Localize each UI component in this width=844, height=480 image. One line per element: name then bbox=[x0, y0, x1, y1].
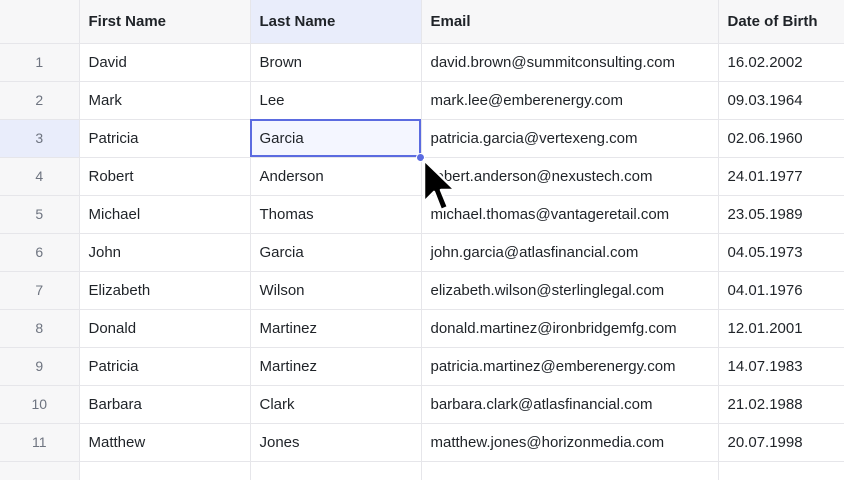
cell-last-name[interactable]: Wilson bbox=[250, 271, 422, 310]
table-row: 11 Matthew Jones matthew.jones@horizonme… bbox=[0, 423, 844, 462]
cell-email[interactable]: robert.anderson@nexustech.com bbox=[421, 157, 719, 196]
cell-email[interactable]: patricia.garcia@vertexeng.com bbox=[421, 119, 719, 158]
row-number[interactable]: 2 bbox=[0, 81, 80, 120]
cell-email[interactable]: donald.martinez@ironbridgemfg.com bbox=[421, 309, 719, 348]
cell-last-name[interactable]: Martinez bbox=[250, 309, 422, 348]
table-row: 3 Patricia Garcia patricia.garcia@vertex… bbox=[0, 119, 844, 158]
cell-email[interactable]: michael.thomas@vantageretail.com bbox=[421, 195, 719, 234]
table-row: 8 Donald Martinez donald.martinez@ironbr… bbox=[0, 309, 844, 348]
cell-first-name[interactable]: Barbara bbox=[79, 385, 251, 424]
cell-email[interactable]: elizabeth.wilson@sterlinglegal.com bbox=[421, 271, 719, 310]
cell-email[interactable]: david.brown@summitconsulting.com bbox=[421, 43, 719, 82]
cell-first-name[interactable]: Robert bbox=[79, 157, 251, 196]
selected-cell-last-name[interactable]: Garcia bbox=[250, 119, 422, 158]
cell-last-name[interactable]: Anderson bbox=[250, 157, 422, 196]
table-row: 6 John Garcia john.garcia@atlasfinancial… bbox=[0, 233, 844, 272]
row-number[interactable] bbox=[0, 461, 80, 480]
table-row: 10 Barbara Clark barbara.clark@atlasfina… bbox=[0, 385, 844, 424]
row-number[interactable]: 1 bbox=[0, 43, 80, 82]
cell-date-of-birth[interactable]: 20.07.1998 bbox=[718, 423, 844, 462]
cell-last-name[interactable]: Thomas bbox=[250, 195, 422, 234]
table-row: 9 Patricia Martinez patricia.martinez@em… bbox=[0, 347, 844, 386]
cell-first-name[interactable]: Matthew bbox=[79, 423, 251, 462]
row-number[interactable]: 3 bbox=[0, 119, 80, 158]
row-number[interactable]: 4 bbox=[0, 157, 80, 196]
row-number[interactable]: 7 bbox=[0, 271, 80, 310]
row-number[interactable]: 5 bbox=[0, 195, 80, 234]
cell-last-name[interactable]: Lee bbox=[250, 81, 422, 120]
row-number[interactable]: 11 bbox=[0, 423, 80, 462]
cell-last-name[interactable]: Martinez bbox=[250, 347, 422, 386]
cell-date-of-birth[interactable]: 02.06.1960 bbox=[718, 119, 844, 158]
data-grid: First Name Last Name Email Date of Birth… bbox=[0, 0, 844, 480]
column-header-email[interactable]: Email bbox=[421, 0, 719, 44]
cell-first-name[interactable] bbox=[79, 461, 251, 480]
row-number[interactable]: 8 bbox=[0, 309, 80, 348]
header-row: First Name Last Name Email Date of Birth bbox=[0, 0, 844, 44]
cell-first-name[interactable]: Donald bbox=[79, 309, 251, 348]
table-row: 1 David Brown david.brown@summitconsulti… bbox=[0, 43, 844, 82]
cell-first-name[interactable]: John bbox=[79, 233, 251, 272]
cell-last-name[interactable]: Garcia bbox=[250, 233, 422, 272]
table-row: 2 Mark Lee mark.lee@emberenergy.com 09.0… bbox=[0, 81, 844, 120]
cell-email[interactable] bbox=[421, 461, 719, 480]
column-header-last-name[interactable]: Last Name bbox=[250, 0, 422, 44]
cell-date-of-birth[interactable]: 12.01.2001 bbox=[718, 309, 844, 348]
cell-last-name[interactable]: Jones bbox=[250, 423, 422, 462]
row-number[interactable]: 6 bbox=[0, 233, 80, 272]
row-number[interactable]: 9 bbox=[0, 347, 80, 386]
column-header-date-of-birth[interactable]: Date of Birth bbox=[718, 0, 844, 44]
cell-date-of-birth[interactable]: 09.03.1964 bbox=[718, 81, 844, 120]
cell-last-name[interactable] bbox=[250, 461, 422, 480]
cell-email[interactable]: mark.lee@emberenergy.com bbox=[421, 81, 719, 120]
column-header-first-name[interactable]: First Name bbox=[79, 0, 251, 44]
cell-date-of-birth[interactable]: 14.07.1983 bbox=[718, 347, 844, 386]
table-row: 7 Elizabeth Wilson elizabeth.wilson@ster… bbox=[0, 271, 844, 310]
cell-date-of-birth[interactable]: 23.05.1989 bbox=[718, 195, 844, 234]
cell-date-of-birth[interactable]: 04.01.1976 bbox=[718, 271, 844, 310]
row-number[interactable]: 10 bbox=[0, 385, 80, 424]
cell-date-of-birth[interactable]: 04.05.1973 bbox=[718, 233, 844, 272]
cell-first-name[interactable]: Mark bbox=[79, 81, 251, 120]
cell-date-of-birth[interactable]: 21.02.1988 bbox=[718, 385, 844, 424]
spreadsheet-table: First Name Last Name Email Date of Birth… bbox=[0, 0, 844, 480]
cell-last-name[interactable]: Clark bbox=[250, 385, 422, 424]
cell-first-name[interactable]: Elizabeth bbox=[79, 271, 251, 310]
row-index-header[interactable] bbox=[0, 0, 80, 44]
arrow-pointer-icon bbox=[422, 158, 457, 212]
cell-email[interactable]: matthew.jones@horizonmedia.com bbox=[421, 423, 719, 462]
cell-first-name[interactable]: Patricia bbox=[79, 119, 251, 158]
cell-date-of-birth[interactable]: 16.02.2002 bbox=[718, 43, 844, 82]
cell-first-name[interactable]: Patricia bbox=[79, 347, 251, 386]
table-row bbox=[0, 461, 844, 480]
cell-last-name[interactable]: Brown bbox=[250, 43, 422, 82]
cell-first-name[interactable]: Michael bbox=[79, 195, 251, 234]
cell-email[interactable]: john.garcia@atlasfinancial.com bbox=[421, 233, 719, 272]
cell-date-of-birth[interactable] bbox=[718, 461, 844, 480]
cell-first-name[interactable]: David bbox=[79, 43, 251, 82]
cell-email[interactable]: barbara.clark@atlasfinancial.com bbox=[421, 385, 719, 424]
cell-date-of-birth[interactable]: 24.01.1977 bbox=[718, 157, 844, 196]
cell-email[interactable]: patricia.martinez@emberenergy.com bbox=[421, 347, 719, 386]
